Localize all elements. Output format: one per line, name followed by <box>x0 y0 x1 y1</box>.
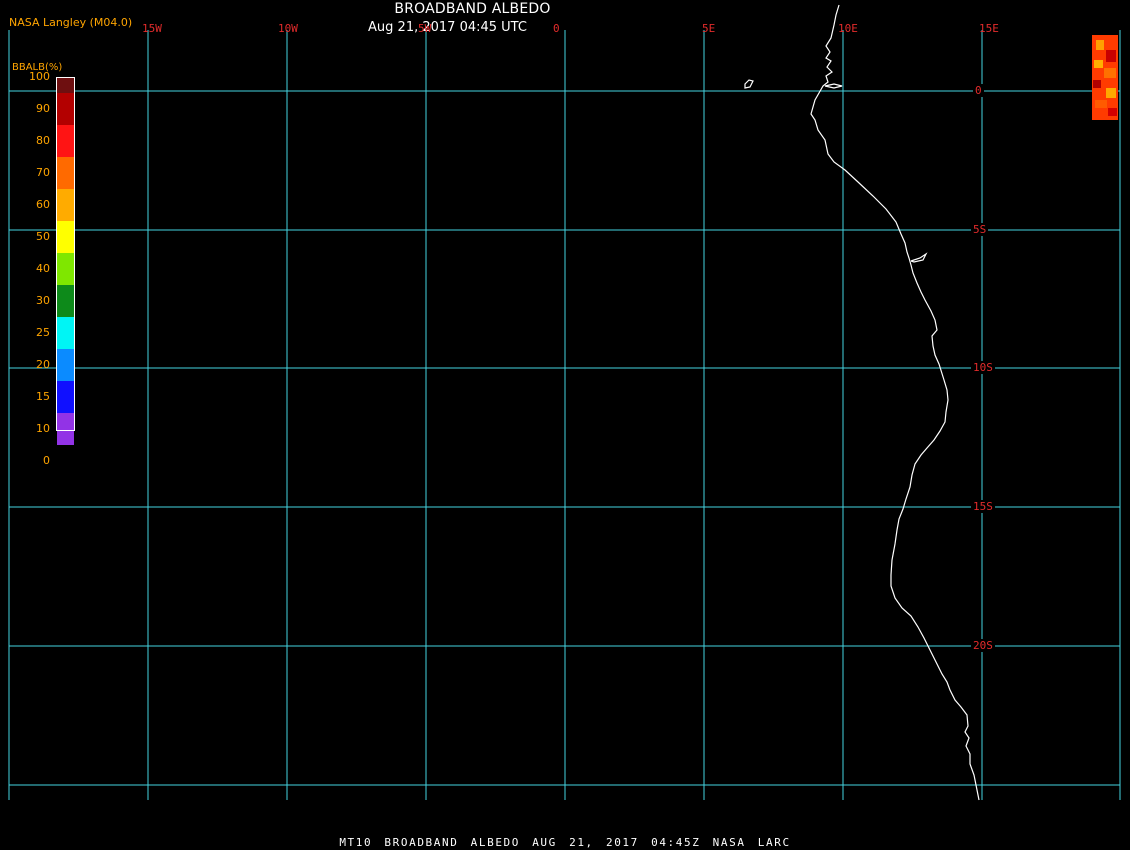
longitude-label: 10W <box>278 22 298 35</box>
latitude-label: 5S <box>971 223 989 236</box>
colorbar-label: 100 <box>29 70 50 83</box>
latitude-label: 20S <box>971 639 995 652</box>
colorbar-label: 80 <box>36 134 50 147</box>
colorbar-label: 0 <box>43 454 50 467</box>
colorbar-label: 60 <box>36 198 50 211</box>
albedo-data-patch <box>1092 35 1118 120</box>
coastline-bay <box>824 83 843 89</box>
colorbar-label: 90 <box>36 102 50 115</box>
latitude-label: 10S <box>971 361 995 374</box>
colorbar-label: 25 <box>36 326 50 339</box>
longitude-label: 5E <box>702 22 716 35</box>
longitude-label: 10E <box>838 22 858 35</box>
longitude-label: 15W <box>142 22 162 35</box>
map-title: BROADBAND ALBEDO <box>394 1 551 17</box>
island-outline <box>744 79 754 89</box>
longitude-label: 5W <box>418 22 432 35</box>
lat-lon-grid <box>8 30 1121 800</box>
colorbar-label: 20 <box>36 358 50 371</box>
colorbar-label: 70 <box>36 166 50 179</box>
colorbar-label: 15 <box>36 390 50 403</box>
colorbar-frame <box>56 77 75 431</box>
footer-caption: MT10 BROADBAND ALBEDO AUG 21, 2017 04:45… <box>339 836 791 849</box>
colorbar-label: 30 <box>36 294 50 307</box>
longitude-label: 15E <box>979 22 999 35</box>
coastline-inlet <box>910 252 928 263</box>
coastline <box>810 4 980 801</box>
longitude-label: 0 <box>553 22 560 35</box>
colorbar-label: 50 <box>36 230 50 243</box>
map-canvas <box>8 4 1121 801</box>
colorbar-label: 10 <box>36 422 50 435</box>
map-timestamp: Aug 21, 2017 04:45 UTC <box>368 20 527 35</box>
latitude-label: 0 <box>973 84 984 97</box>
latitude-label: 15S <box>971 500 995 513</box>
colorbar-label: 40 <box>36 262 50 275</box>
